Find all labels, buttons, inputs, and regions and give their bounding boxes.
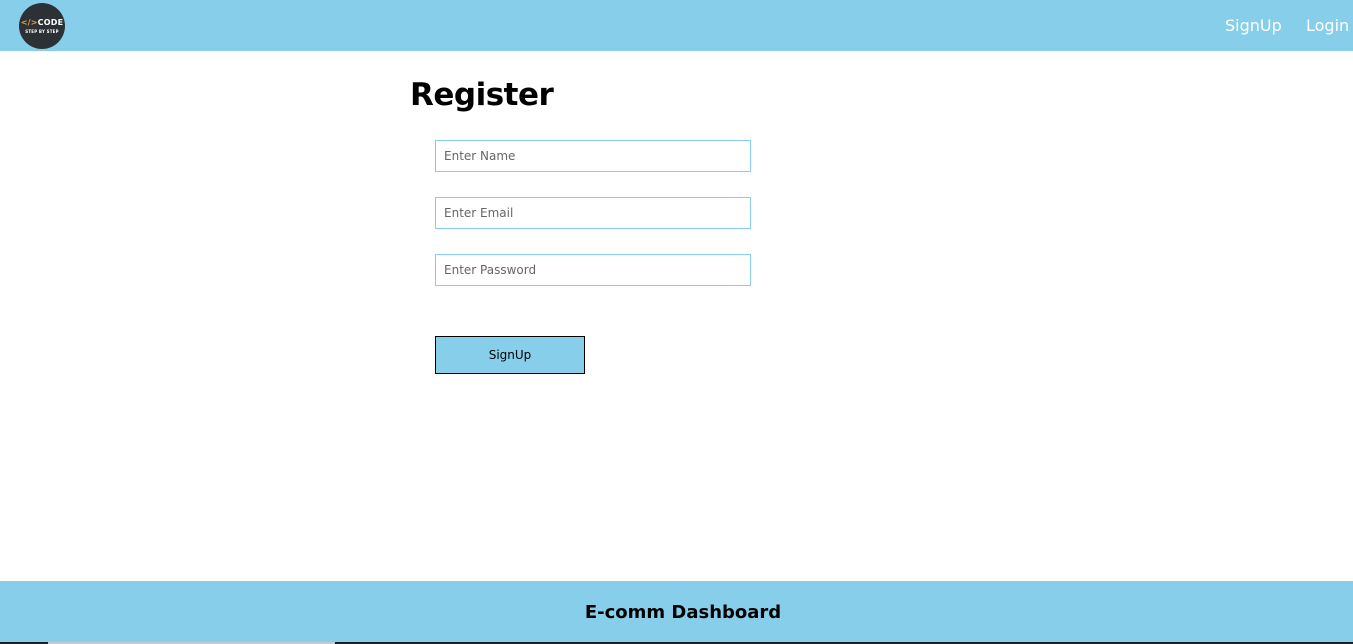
footer-title: E-comm Dashboard <box>584 602 782 623</box>
password-input[interactable] <box>435 254 751 286</box>
logo-tagline: STEP BY STEP <box>25 29 59 34</box>
top-navbar: </>CODE STEP BY STEP SignUp Login <box>0 0 1353 51</box>
footer: E-comm Dashboard <box>0 581 1353 644</box>
name-input[interactable] <box>435 140 751 172</box>
brand-logo[interactable]: </>CODE STEP BY STEP <box>19 3 65 49</box>
page-title: Register <box>410 77 554 113</box>
signup-button[interactable]: SignUp <box>435 336 585 374</box>
logo-wordmark: </>CODE <box>20 18 64 27</box>
nav-signup-link[interactable]: SignUp <box>1225 16 1282 35</box>
nav-login-link[interactable]: Login <box>1306 16 1349 35</box>
email-input[interactable] <box>435 197 751 229</box>
